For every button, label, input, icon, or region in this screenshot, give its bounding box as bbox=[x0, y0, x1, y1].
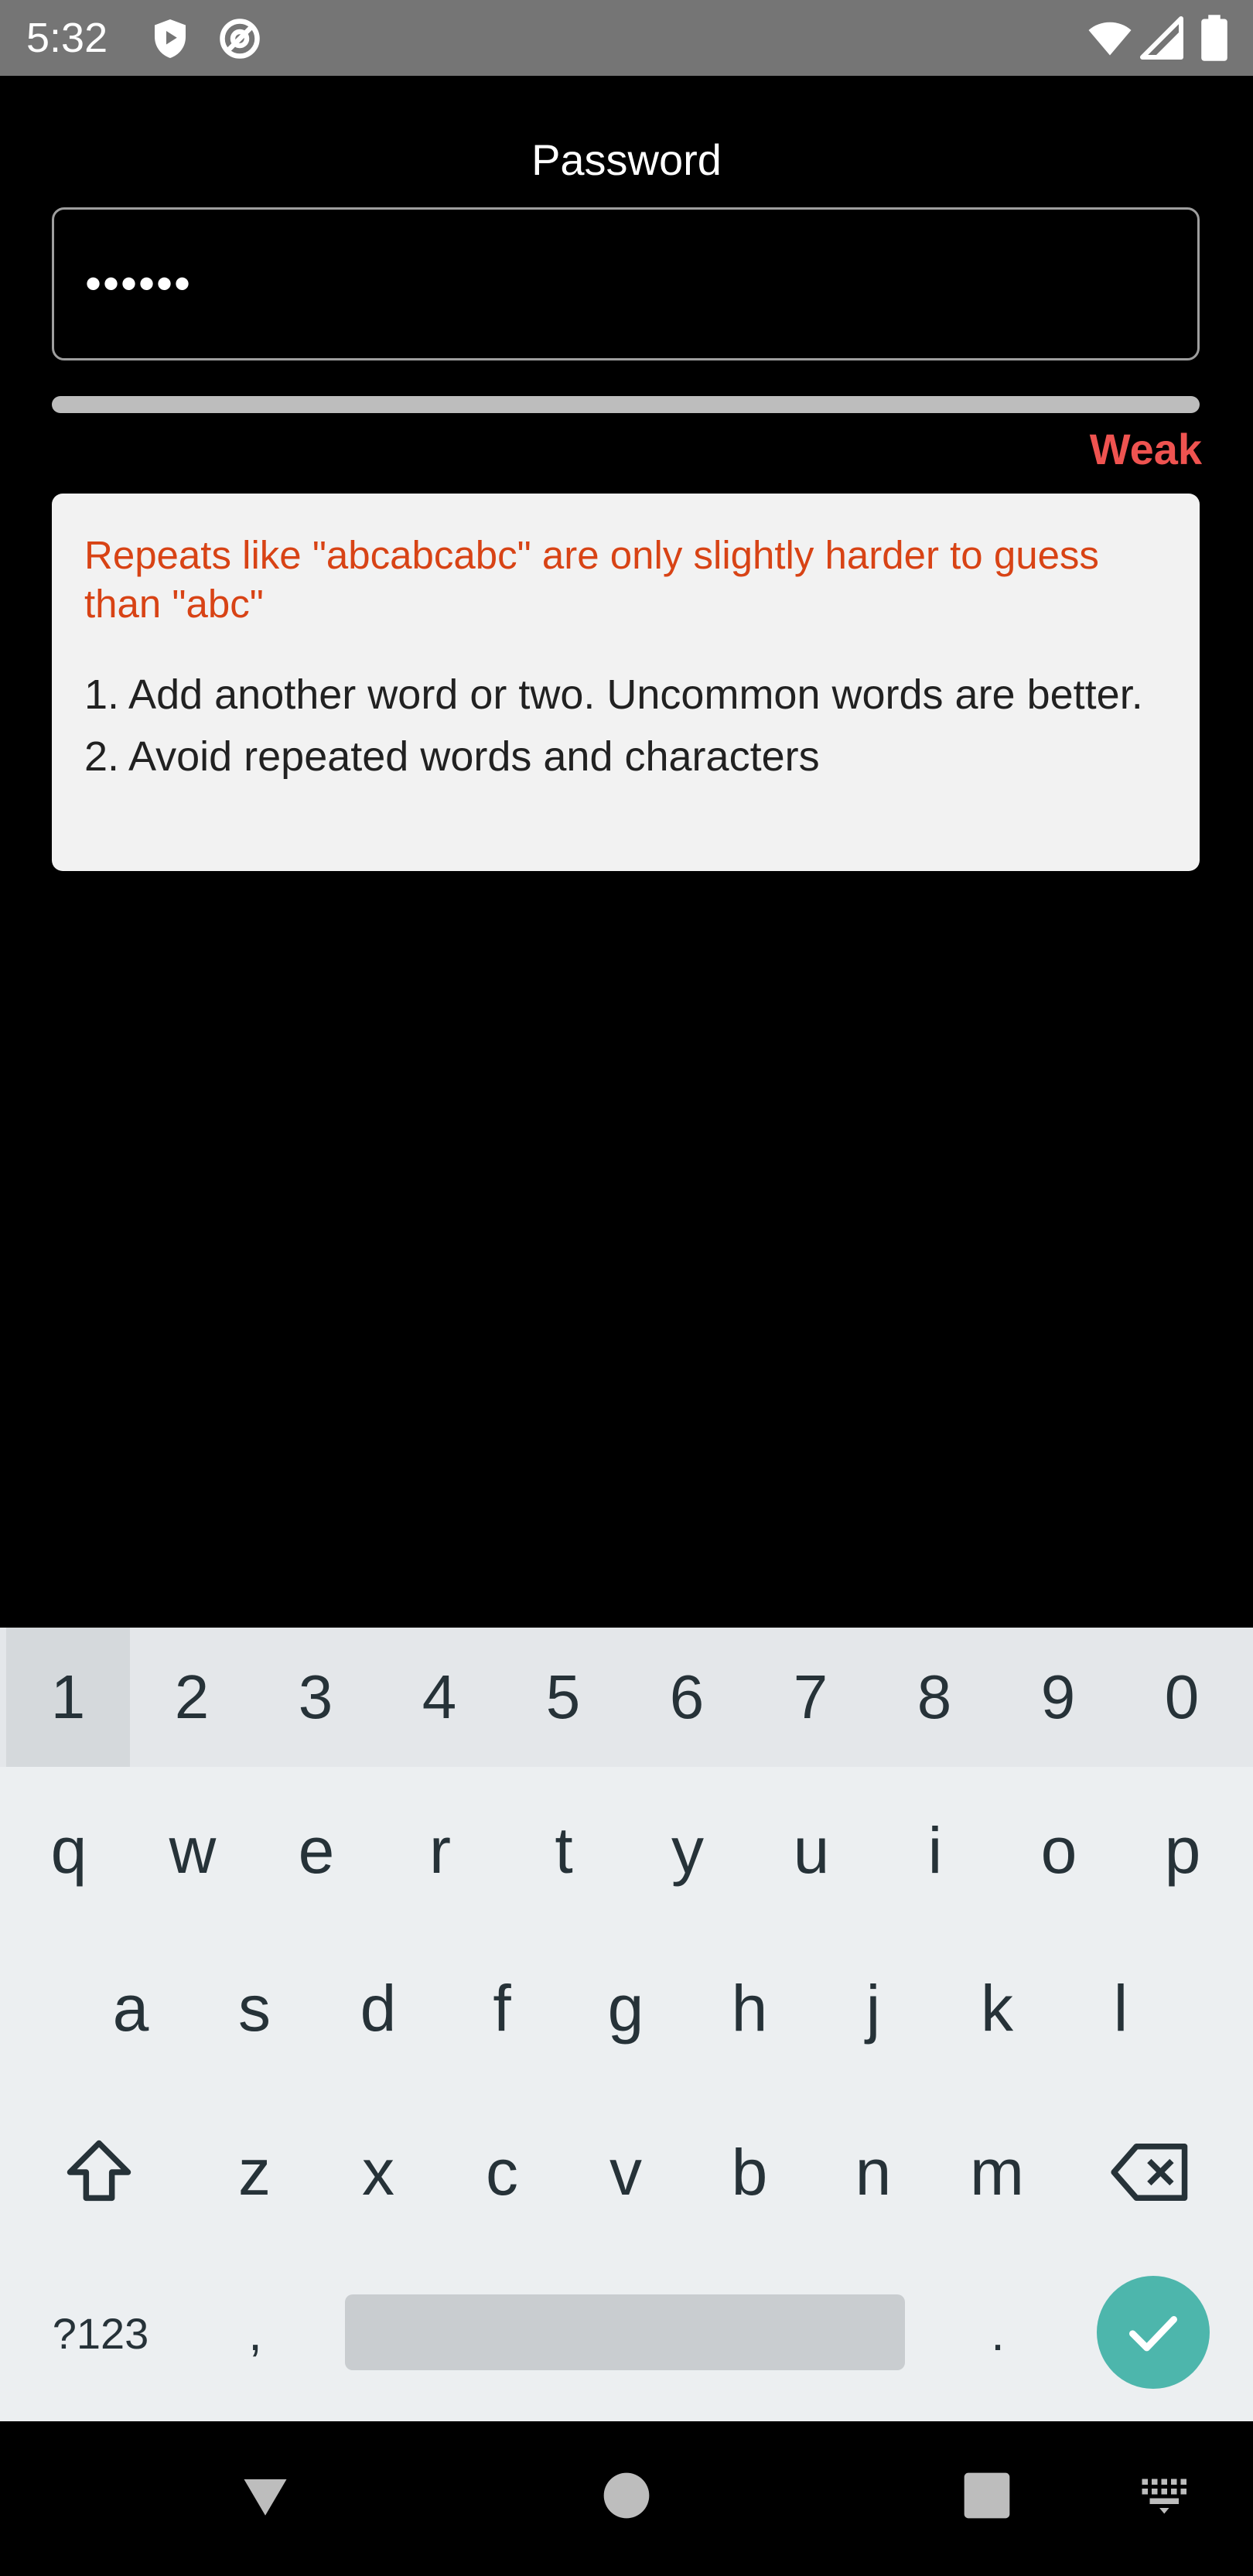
key-1[interactable]: 1 bbox=[6, 1628, 130, 1767]
feedback-card: Repeats like "abcabcabc" are only slight… bbox=[52, 494, 1200, 871]
key-2[interactable]: 2 bbox=[130, 1628, 254, 1767]
status-time: 5:32 bbox=[26, 15, 108, 61]
key-0[interactable]: 0 bbox=[1120, 1628, 1244, 1767]
key-z[interactable]: z bbox=[193, 2095, 316, 2250]
recents-square-icon[interactable] bbox=[962, 2471, 1012, 2520]
key-e[interactable]: e bbox=[254, 1773, 378, 1928]
page-title: Password bbox=[531, 135, 722, 184]
back-triangle-icon[interactable] bbox=[240, 2471, 291, 2522]
key-p[interactable]: p bbox=[1121, 1773, 1244, 1928]
cellular-signal-icon bbox=[1140, 16, 1183, 60]
key-s[interactable]: s bbox=[193, 1931, 316, 2086]
key-7[interactable]: 7 bbox=[749, 1628, 872, 1767]
battery-icon bbox=[1201, 15, 1227, 61]
key-b[interactable]: b bbox=[688, 2095, 811, 2250]
key-q[interactable]: q bbox=[7, 1773, 131, 1928]
key-k[interactable]: k bbox=[935, 1931, 1059, 2086]
key-5[interactable]: 5 bbox=[501, 1628, 625, 1767]
key-o[interactable]: o bbox=[997, 1773, 1121, 1928]
key-m[interactable]: m bbox=[935, 2095, 1059, 2250]
home-circle-icon[interactable] bbox=[602, 2471, 651, 2520]
key-a[interactable]: a bbox=[69, 1931, 193, 2086]
key-v[interactable]: v bbox=[564, 2095, 688, 2250]
enter-key[interactable] bbox=[1097, 2276, 1210, 2389]
key-l[interactable]: l bbox=[1059, 1931, 1183, 2086]
number-row: 1 2 3 4 5 6 7 8 9 0 bbox=[0, 1628, 1253, 1767]
key-i[interactable]: i bbox=[873, 1773, 997, 1928]
strength-label: Weak bbox=[1089, 425, 1202, 473]
strength-meter bbox=[52, 396, 1200, 413]
key-4[interactable]: 4 bbox=[377, 1628, 501, 1767]
key-8[interactable]: 8 bbox=[872, 1628, 996, 1767]
key-c[interactable]: c bbox=[440, 2095, 564, 2250]
check-icon bbox=[1129, 2316, 1177, 2352]
period-key[interactable]: . bbox=[936, 2256, 1060, 2410]
feedback-suggestion: 1. Add another word or two. Uncommon wor… bbox=[84, 671, 1143, 718]
key-f[interactable]: f bbox=[440, 1931, 564, 2086]
at-sign-icon bbox=[220, 19, 260, 59]
soft-keyboard: 1 2 3 4 5 6 7 8 9 0 q w e r t y u i o p … bbox=[0, 1628, 1253, 2421]
status-bar: 5:32 bbox=[0, 0, 1253, 76]
wifi-icon bbox=[1088, 22, 1132, 56]
key-3[interactable]: 3 bbox=[254, 1628, 377, 1767]
comma-key[interactable]: , bbox=[193, 2256, 317, 2410]
key-6[interactable]: 6 bbox=[625, 1628, 749, 1767]
key-9[interactable]: 9 bbox=[996, 1628, 1120, 1767]
key-w[interactable]: w bbox=[131, 1773, 254, 1928]
shift-icon bbox=[67, 2140, 131, 2202]
shield-icon bbox=[155, 19, 186, 58]
delete-key[interactable] bbox=[1091, 2095, 1214, 2250]
key-j[interactable]: j bbox=[811, 1931, 935, 2086]
symbols-key[interactable]: ?123 bbox=[23, 2256, 178, 2410]
key-y[interactable]: y bbox=[626, 1773, 749, 1928]
backspace-icon bbox=[1111, 2144, 1188, 2201]
key-u[interactable]: u bbox=[749, 1773, 873, 1928]
keyboard-switch-icon[interactable] bbox=[1140, 2477, 1194, 2516]
key-g[interactable]: g bbox=[564, 1931, 688, 2086]
key-x[interactable]: x bbox=[316, 2095, 440, 2250]
key-r[interactable]: r bbox=[378, 1773, 502, 1928]
space-key[interactable] bbox=[345, 2294, 905, 2370]
navigation-bar bbox=[0, 2421, 1253, 2576]
password-input[interactable]: •••••• bbox=[52, 207, 1200, 360]
key-h[interactable]: h bbox=[688, 1931, 811, 2086]
key-n[interactable]: n bbox=[811, 2095, 935, 2250]
key-t[interactable]: t bbox=[502, 1773, 626, 1928]
shift-key[interactable] bbox=[37, 2095, 161, 2250]
feedback-warning: Repeats like "abcabcabc" are only slight… bbox=[84, 533, 1099, 626]
key-d[interactable]: d bbox=[316, 1931, 440, 2086]
feedback-suggestion: 2. Avoid repeated words and characters bbox=[84, 733, 820, 780]
password-value: •••••• bbox=[85, 258, 193, 309]
